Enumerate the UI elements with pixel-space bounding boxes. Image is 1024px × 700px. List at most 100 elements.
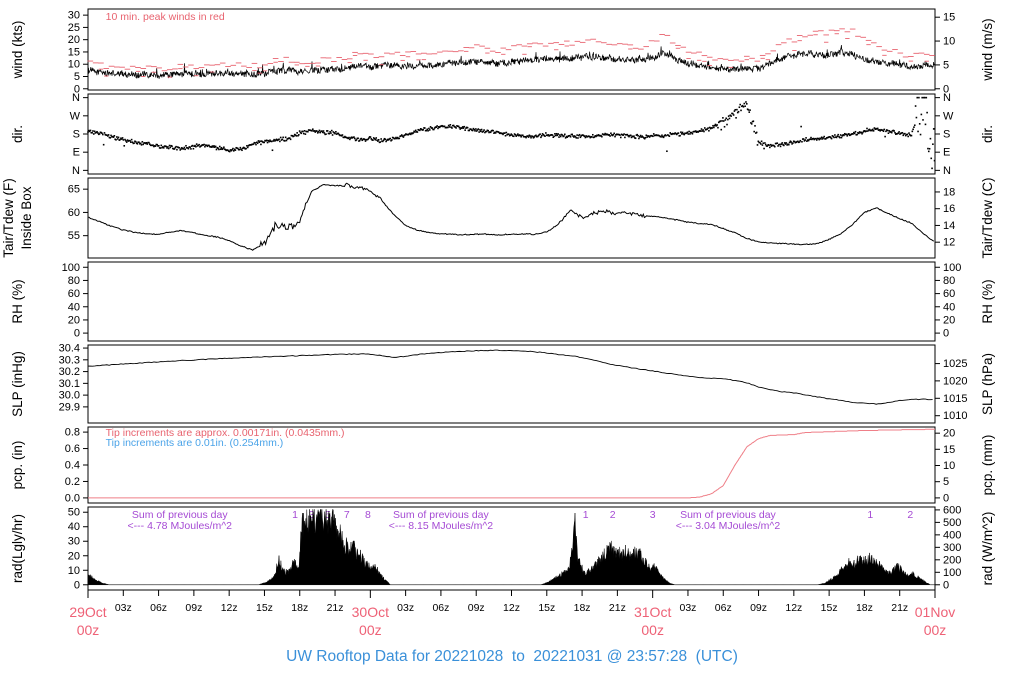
tick-label: 400 [943, 529, 961, 541]
tick-label: 40 [943, 301, 955, 313]
tick-label: 80 [68, 275, 80, 287]
tick-label: 15 [943, 12, 955, 24]
annotation-sum-val-2: <--- 3.04 MJoules/m^2 [676, 520, 781, 532]
x-axis: 29Oct 00z 03z 06z 09z 12z 15z 18z 21z 30Oct 00z 03z… [69, 590, 955, 638]
x-tick-date: 01Nov [915, 604, 955, 620]
x-tick-label: 03z [397, 602, 414, 614]
series-slp-inhg [87, 349, 933, 405]
tick-label: N [943, 165, 951, 177]
tick-label: 15 [68, 46, 80, 58]
annotation-sum-val-0: <--- 4.78 MJoules/m^2 [128, 520, 233, 532]
x-tick-label: 06z [150, 602, 167, 614]
x-tick-label: 18z [574, 602, 591, 614]
axis-label-left: wind (kts) [10, 21, 25, 80]
annotation-hour-mark: 2 [610, 509, 616, 521]
tick-label: 30.2 [59, 366, 80, 378]
x-tick-label: 18z [291, 602, 308, 614]
series-wind-direction-deg [87, 96, 936, 170]
tick-label: 30.4 [59, 343, 80, 355]
tick-label: 100 [943, 262, 961, 274]
tick-label: 0.4 [65, 460, 80, 472]
tick-label: W [70, 110, 81, 122]
tick-label: 15 [943, 444, 955, 456]
tick-label: 29.9 [59, 401, 80, 413]
x-tick-label: 21z [609, 602, 626, 614]
tick-label: 1025 [943, 358, 967, 370]
tick-label: 0.6 [65, 443, 80, 455]
axis-label-right: wind (m/s) [980, 18, 995, 81]
tick-label: 40 [68, 521, 80, 533]
uw-rooftop-meteogram: 0 5 10 15 20 25 30 0 5 10 15 wind (kts) wind (m/s) 10… [0, 0, 1024, 700]
tick-label: 300 [943, 542, 961, 554]
tick-label: 10 [943, 36, 955, 48]
tick-label: 100 [943, 567, 961, 579]
x-tick-label: 09z [468, 602, 485, 614]
tick-label: 1015 [943, 393, 967, 405]
annotation-hour-mark: 8 [365, 509, 371, 521]
x-tick-label: 03z [679, 602, 696, 614]
x-tick-hour: 00z [359, 622, 382, 638]
tick-label: 0 [74, 328, 80, 340]
x-tick-label: 03z [115, 602, 132, 614]
x-tick-label: 15z [821, 602, 838, 614]
annotation-tip-1: Tip increments are 0.01in. (0.254mm.) [106, 437, 284, 449]
x-tick-label: 12z [503, 602, 520, 614]
x-tick-hour: 00z [641, 622, 664, 638]
axis-label-left: SLP (inHg) [10, 351, 25, 417]
tick-label: 30.3 [59, 354, 80, 366]
tick-label: S [73, 129, 80, 141]
tick-label: E [943, 147, 950, 159]
panel-dir: NESWNNESWNdir. dir. [10, 92, 995, 177]
axis-label-right: dir. [980, 125, 995, 143]
tick-label: 0.2 [65, 476, 80, 488]
chart-canvas: 051015202530051015wind (kts) wind (m/s)10… [1, 8, 995, 638]
series-tair-f [87, 182, 935, 251]
tick-label: 1010 [943, 410, 967, 422]
tick-label: 5 [943, 476, 949, 488]
x-tick-label: 12z [785, 602, 802, 614]
x-tick-date: 30Oct [352, 604, 389, 620]
axis-label-right: SLP (hPa) [980, 353, 995, 415]
annotation-hour-mark: 2 [907, 509, 913, 521]
axis-label-left: RH (%) [10, 279, 25, 323]
tick-label: N [72, 92, 80, 104]
annotation-hour-mark: 1 [867, 509, 873, 521]
tick-label: 16 [943, 203, 955, 215]
tick-label: 200 [943, 554, 961, 566]
x-tick-label: 06z [432, 602, 449, 614]
tick-label: 0 [74, 579, 80, 591]
axis-label-left: rad(Lgly/hr) [10, 514, 25, 583]
tick-label: 65 [68, 184, 80, 196]
tick-label: 100 [62, 262, 80, 274]
tick-label: 10 [68, 565, 80, 577]
tick-label: 10 [68, 59, 80, 71]
tick-label: 18 [943, 186, 955, 198]
x-tick-label: 15z [538, 602, 555, 614]
tick-label: 0 [943, 579, 949, 591]
tick-label: N [72, 165, 80, 177]
axis-label-left-2: Inside Box [19, 186, 34, 249]
x-tick-label: 18z [856, 602, 873, 614]
tick-label: 30 [68, 536, 80, 548]
axis-label-left: dir. [10, 125, 25, 143]
series-wind-peak-kts [87, 28, 935, 78]
panel-rh: 020406080100020406080100RH (%) RH (%) [10, 261, 995, 342]
tick-label: 60 [943, 288, 955, 300]
tick-label: 80 [943, 275, 955, 287]
panel-wind: 051015202530051015wind (kts) wind (m/s)10… [10, 8, 995, 95]
tick-label: 20 [943, 428, 955, 440]
annotation-sum-val-1: <--- 8.15 MJoules/m^2 [389, 520, 494, 532]
axis-label-right: Tair/Tdew (C) [980, 177, 995, 258]
axis-label-left: pcp. (in) [10, 441, 25, 490]
annotation-peak-winds: 10 min. peak winds in red [106, 11, 225, 23]
tick-label: 60 [68, 288, 80, 300]
axis-label-right: rad (W/m^2) [980, 512, 995, 586]
tick-label: 60 [68, 207, 80, 219]
panel-pcp: 0.0 0.2 0.4 0.6 0.8 0 5 10 15 20 pcp. (in) pcp. (mm… [10, 426, 995, 504]
x-tick-label: 21z [327, 602, 344, 614]
annotation-hour-mark: 1 [583, 509, 589, 521]
tick-label: 20 [68, 550, 80, 562]
axis-label-right: pcp. (mm) [980, 435, 995, 496]
axis-label-left: Tair/Tdew (F) [1, 178, 16, 258]
x-tick-label: 12z [221, 602, 238, 614]
